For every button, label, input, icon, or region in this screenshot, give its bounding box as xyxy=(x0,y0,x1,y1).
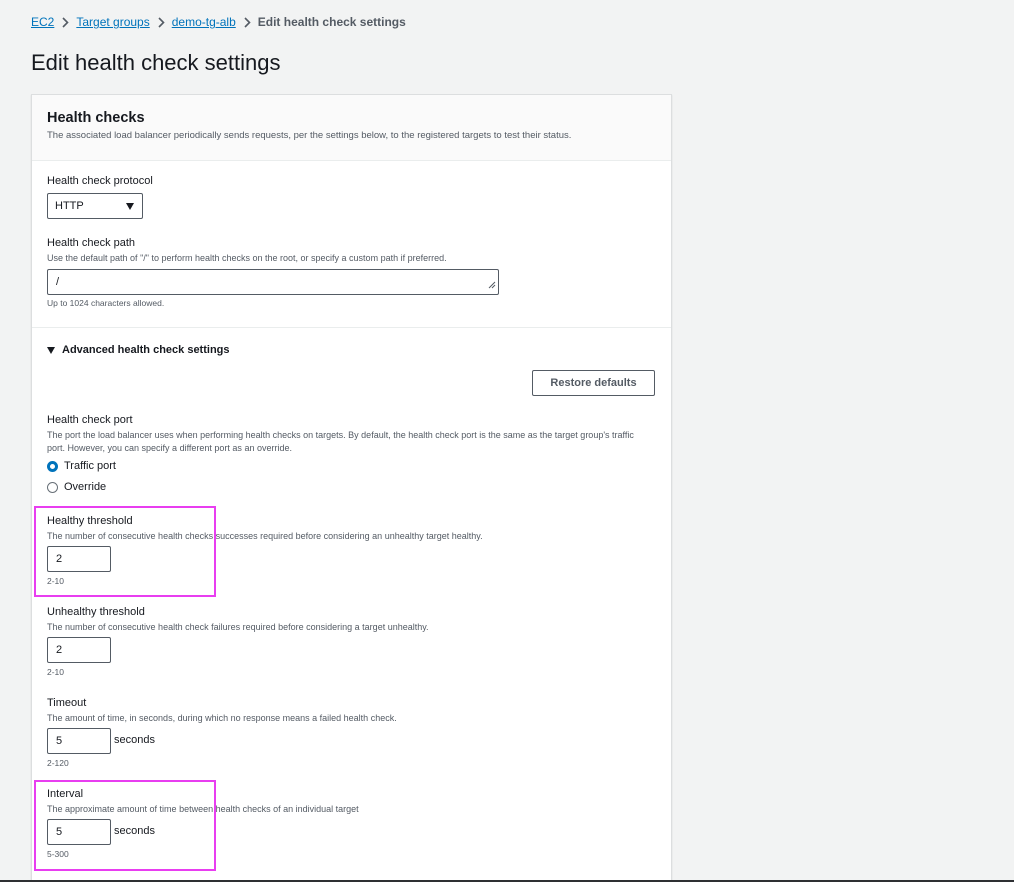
breadcrumb-current: Edit health check settings xyxy=(257,15,406,29)
unhealthy-threshold-value: 2 xyxy=(56,644,63,656)
radio-traffic-port[interactable]: Traffic port xyxy=(47,460,116,472)
path-constraint: Up to 1024 characters allowed. xyxy=(47,298,165,308)
unhealthy-threshold-description: The number of consecutive health check f… xyxy=(47,622,429,632)
health-checks-panel: Health checks The associated load balanc… xyxy=(31,94,672,882)
radio-override[interactable]: Override xyxy=(47,481,106,493)
protocol-value: HTTP xyxy=(55,200,84,212)
page-title: Edit health check settings xyxy=(31,50,281,75)
breadcrumb: EC2 Target groups demo-tg-alb Edit healt… xyxy=(31,15,406,29)
panel-description: The associated load balancer periodicall… xyxy=(47,130,572,141)
panel-header: Health checks The associated load balanc… xyxy=(32,95,671,161)
advanced-settings-label: Advanced health check settings xyxy=(62,344,230,356)
restore-defaults-button[interactable]: Restore defaults xyxy=(532,370,655,396)
unhealthy-threshold-constraint: 2-10 xyxy=(47,667,65,677)
timeout-label: Timeout xyxy=(47,697,87,709)
radio-override-label: Override xyxy=(64,481,107,493)
timeout-input[interactable]: 5 xyxy=(47,728,111,754)
path-input[interactable]: / xyxy=(47,269,499,295)
radio-unselected-icon[interactable] xyxy=(47,481,58,493)
section-divider xyxy=(32,327,671,328)
breadcrumb-ec2-link[interactable]: EC2 xyxy=(31,15,54,29)
unhealthy-threshold-label: Unhealthy threshold xyxy=(47,606,145,618)
port-label: Health check port xyxy=(47,414,133,426)
radio-traffic-port-label: Traffic port xyxy=(64,460,116,472)
caret-down-icon xyxy=(47,346,55,354)
chevron-right-icon xyxy=(150,15,172,29)
advanced-settings-toggle[interactable]: Advanced health check settings xyxy=(47,344,230,356)
timeout-description: The amount of time, in seconds, during w… xyxy=(47,713,397,723)
path-description: Use the default path of "/" to perform h… xyxy=(47,253,447,263)
resize-handle-icon[interactable] xyxy=(488,280,496,292)
caret-down-icon xyxy=(126,203,134,210)
port-description: The port the load balancer uses when per… xyxy=(47,430,634,453)
breadcrumb-target-group-link[interactable]: demo-tg-alb xyxy=(172,15,236,29)
interval-highlight-box xyxy=(34,780,216,871)
healthy-threshold-highlight-box xyxy=(34,506,216,597)
protocol-label: Health check protocol xyxy=(47,175,153,187)
chevron-right-icon xyxy=(236,15,258,29)
timeout-value: 5 xyxy=(56,735,63,747)
unhealthy-threshold-input[interactable]: 2 xyxy=(47,637,111,663)
panel-title: Health checks xyxy=(47,110,145,126)
protocol-select[interactable]: HTTP xyxy=(47,193,143,219)
timeout-unit: seconds xyxy=(114,734,155,746)
path-value: / xyxy=(56,276,60,288)
timeout-constraint: 2-120 xyxy=(47,758,69,768)
radio-selected-icon[interactable] xyxy=(47,460,58,472)
path-label: Health check path xyxy=(47,237,136,249)
breadcrumb-target-groups-link[interactable]: Target groups xyxy=(76,15,149,29)
chevron-right-icon xyxy=(54,15,76,29)
